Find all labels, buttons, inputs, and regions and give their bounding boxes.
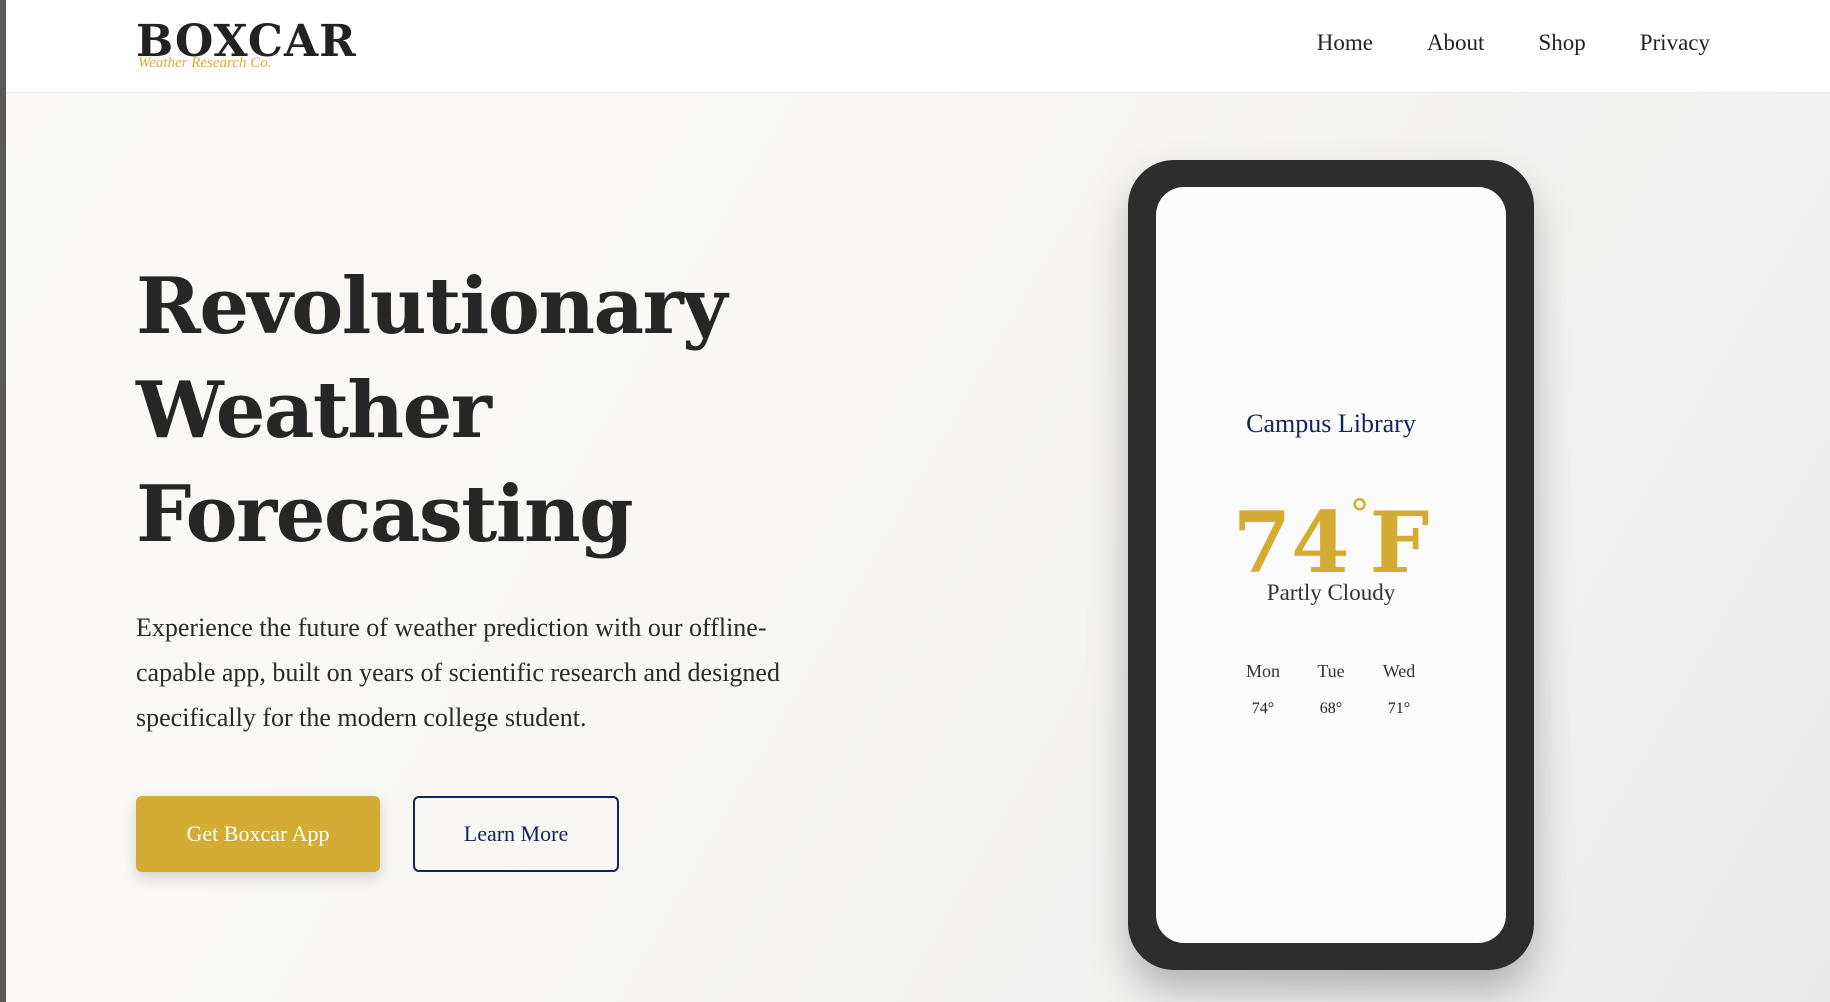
main-nav: Home About Shop Privacy xyxy=(1317,28,1710,58)
forecast-item: Mon 74° xyxy=(1240,659,1286,719)
weather-temperature: 74°F xyxy=(1156,465,1506,593)
forecast-item: Wed 71° xyxy=(1376,659,1422,719)
hero-title-line: Weather xyxy=(136,365,492,456)
degree-symbol: ° xyxy=(1349,492,1370,538)
get-app-button[interactable]: Get Boxcar App xyxy=(136,796,380,872)
phone-mockup: Campus Library 74°F Partly Cloudy Mon 74… xyxy=(1128,160,1534,970)
hero-title-line: Revolutionary xyxy=(136,261,728,352)
forecast-day: Mon xyxy=(1245,661,1280,681)
learn-more-button[interactable]: Learn More xyxy=(413,796,619,872)
forecast-item: Tue 68° xyxy=(1308,659,1354,719)
temperature-value: 74 xyxy=(1232,493,1350,592)
nav-shop-link[interactable]: Shop xyxy=(1538,28,1585,58)
logo-tagline: Weather Research Co. xyxy=(138,55,272,71)
nav-about-link[interactable]: About xyxy=(1427,28,1485,58)
forecast-list: Mon 74° Tue 68° Wed 71° xyxy=(1240,659,1422,719)
nav-privacy-link[interactable]: Privacy xyxy=(1640,28,1710,58)
forecast-temp: 71° xyxy=(1387,700,1411,717)
hero-description: Experience the future of weather predict… xyxy=(136,613,780,732)
forecast-day: Tue xyxy=(1317,661,1345,681)
forecast-temp: 74° xyxy=(1251,700,1275,717)
page: BOXCAR Weather Research Co. Home About S… xyxy=(6,0,1830,1002)
phone-screen: Campus Library 74°F Partly Cloudy Mon 74… xyxy=(1156,187,1506,943)
hero-title: Revolutionary Weather Forecasting xyxy=(136,255,836,567)
site-header: BOXCAR Weather Research Co. Home About S… xyxy=(6,0,1830,93)
temperature-unit: F xyxy=(1369,493,1430,592)
forecast-temp: 68° xyxy=(1319,700,1343,717)
forecast-day: Wed xyxy=(1382,661,1416,681)
weather-location: Campus Library xyxy=(1246,409,1416,438)
hero-title-line: Forecasting xyxy=(136,469,634,560)
logo[interactable]: BOXCAR Weather Research Co. xyxy=(136,18,356,78)
nav-home-link[interactable]: Home xyxy=(1317,28,1373,58)
weather-condition: Partly Cloudy xyxy=(1266,580,1396,605)
